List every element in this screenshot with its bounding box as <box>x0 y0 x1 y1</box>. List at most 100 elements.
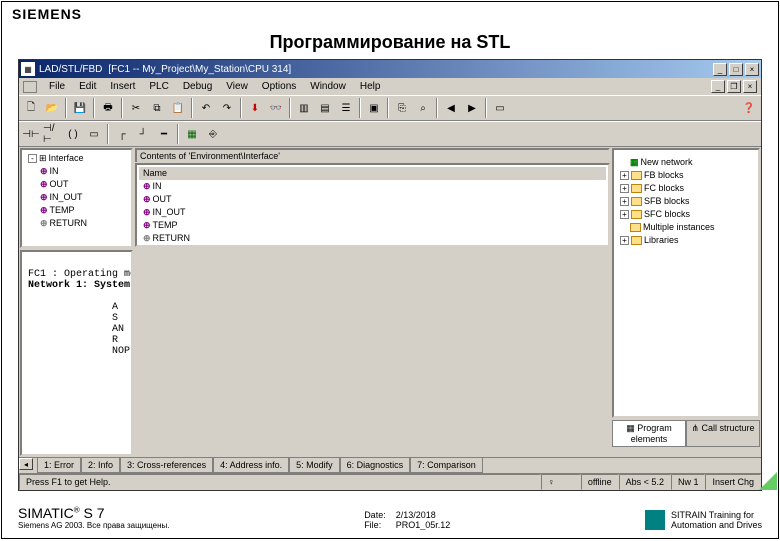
env-row-out[interactable]: ⊕OUT <box>139 193 606 206</box>
workspace: -⊞Interface ⊕IN ⊕OUT ⊕IN_OUT ⊕TEMP ⊕RETU… <box>19 147 761 457</box>
menu-options[interactable]: Options <box>256 80 302 93</box>
tab-info[interactable]: 2: Info <box>81 458 120 473</box>
env-row-in[interactable]: ⊕IN <box>139 180 606 193</box>
maximize-button[interactable]: □ <box>729 63 743 76</box>
env-row-return[interactable]: ⊕RETURN <box>139 232 606 245</box>
save-icon[interactable]: 💾 <box>70 98 90 118</box>
program-elements-panel: ▦New network +FB blocks +FC blocks +SFB … <box>612 148 760 418</box>
app-icon: ▦ <box>21 62 35 76</box>
view2-icon[interactable]: ▤ <box>315 98 335 118</box>
tree-return[interactable]: ⊕RETURN <box>24 217 129 230</box>
menu-debug[interactable]: Debug <box>177 80 218 93</box>
box-icon[interactable]: ▭ <box>84 124 104 144</box>
view3-icon[interactable]: ☰ <box>336 98 356 118</box>
monitor-icon[interactable]: 👓 <box>266 98 286 118</box>
download-icon[interactable]: ⬇ <box>245 98 265 118</box>
nav-next-icon[interactable]: ▶ <box>462 98 482 118</box>
code-network-title: Network 1: System IN Light <box>28 280 133 291</box>
env-header: Contents of 'Environment\Interface' <box>135 148 610 162</box>
nav-prev-icon[interactable]: ◀ <box>441 98 461 118</box>
undo-icon[interactable]: ↶ <box>196 98 216 118</box>
symbol-icon[interactable]: ▣ <box>364 98 384 118</box>
tree-out[interactable]: ⊕OUT <box>24 178 129 191</box>
sitrain-icon <box>645 510 665 530</box>
tree-inout[interactable]: ⊕IN_OUT <box>24 191 129 204</box>
brand-logo: SIEMENS <box>2 2 778 26</box>
elem-fb-blocks[interactable]: +FB blocks <box>616 169 756 182</box>
output-tabs: ◂ 1: Error 2: Info 3: Cross-references 4… <box>19 457 761 473</box>
code-fc-comment: FC1 : Operating mode section <box>28 269 133 280</box>
tab-modify[interactable]: 5: Modify <box>289 458 340 473</box>
coil-icon[interactable]: ( ) <box>63 124 83 144</box>
connector-icon[interactable]: ━ <box>154 124 174 144</box>
tab-program-elements[interactable]: ▦ Program elements <box>612 420 686 447</box>
env-row-inout[interactable]: ⊕IN_OUT <box>139 206 606 219</box>
system-menu-icon[interactable] <box>23 81 37 93</box>
date-label: Date: <box>364 510 386 520</box>
elem-sfc-blocks[interactable]: +SFC blocks <box>616 208 756 221</box>
code-editor[interactable]: FC1 : Operating mode section Network 1: … <box>20 250 133 456</box>
env-row-temp[interactable]: ⊕TEMP <box>139 219 606 232</box>
tab-address[interactable]: 4: Address info. <box>213 458 289 473</box>
tab-scroll-left[interactable]: ◂ <box>19 458 33 470</box>
tab-xref[interactable]: 3: Cross-references <box>120 458 213 473</box>
tab-diag[interactable]: 6: Diagnostics <box>340 458 411 473</box>
menubar: File Edit Insert PLC Debug View Options … <box>19 78 761 95</box>
contact-no-icon[interactable]: ⊣⊢ <box>21 124 41 144</box>
menu-view[interactable]: View <box>220 80 254 93</box>
doc-title: [FC1 -- My_Project\My_Station\CPU 314] <box>108 64 713 75</box>
tab-compare[interactable]: 7: Comparison <box>410 458 483 473</box>
call-icon[interactable]: ⎆ <box>203 124 223 144</box>
copy-icon[interactable]: ⧉ <box>147 98 167 118</box>
mdi-restore-button[interactable]: ❐ <box>727 80 741 93</box>
open-icon[interactable]: 📂 <box>42 98 62 118</box>
env-col-name: Name <box>139 167 606 180</box>
date-value: 2/13/2018 <box>396 510 451 520</box>
statusbar: Press F1 to get Help. ♀ offline Abs < 5.… <box>19 473 761 490</box>
menu-insert[interactable]: Insert <box>104 80 141 93</box>
mdi-close-button[interactable]: × <box>743 80 757 93</box>
menu-edit[interactable]: Edit <box>73 80 102 93</box>
tab-error[interactable]: 1: Error <box>37 458 81 473</box>
tree-temp[interactable]: ⊕TEMP <box>24 204 129 217</box>
elem-fc-blocks[interactable]: +FC blocks <box>616 182 756 195</box>
minimize-button[interactable]: _ <box>713 63 727 76</box>
status-abs: Abs < 5.2 <box>619 474 671 490</box>
mdi-minimize-button[interactable]: _ <box>711 80 725 93</box>
status-nw: Nw 1 <box>671 474 706 490</box>
tab-call-structure[interactable]: ⋔ Call structure <box>686 420 760 447</box>
slide-title: Программирование на STL <box>2 26 778 59</box>
elem-libraries[interactable]: +Libraries <box>616 234 756 247</box>
menu-window[interactable]: Window <box>304 80 352 93</box>
slide-footer: SIMATIC® S 7 Siemens AG 2003. Все права … <box>18 505 762 530</box>
help-icon[interactable]: ❓ <box>739 98 759 118</box>
menu-help[interactable]: Help <box>354 80 387 93</box>
print-icon[interactable]: 🖶 <box>98 98 118 118</box>
paste-icon[interactable]: 📋 <box>168 98 188 118</box>
block-icon[interactable]: ▭ <box>490 98 510 118</box>
tree-in[interactable]: ⊕IN <box>24 165 129 178</box>
branch-open-icon[interactable]: ┌ <box>112 124 132 144</box>
goto-icon[interactable]: ⎘ <box>392 98 412 118</box>
titlebar: ▦ LAD/STL/FBD [FC1 -- My_Project\My_Stat… <box>19 60 761 78</box>
interface-panel: -⊞Interface ⊕IN ⊕OUT ⊕IN_OUT ⊕TEMP ⊕RETU… <box>20 148 133 248</box>
elem-multi-inst[interactable]: Multiple instances <box>616 221 756 234</box>
elem-sfb-blocks[interactable]: +SFB blocks <box>616 195 756 208</box>
sitrain-line1: SITRAIN Training for <box>671 510 762 520</box>
redo-icon[interactable]: ↷ <box>217 98 237 118</box>
close-button[interactable]: × <box>745 63 759 76</box>
file-value: PRO1_05r.12 <box>396 520 451 530</box>
network-icon[interactable]: ▦ <box>182 124 202 144</box>
tree-root-interface[interactable]: -⊞Interface <box>24 152 129 165</box>
menu-plc[interactable]: PLC <box>143 80 174 93</box>
search-icon[interactable]: ⌕ <box>413 98 433 118</box>
cut-icon[interactable]: ✂ <box>126 98 146 118</box>
view1-icon[interactable]: ▥ <box>294 98 314 118</box>
toolbar-stl: ⊣⊢ ⊣/⊢ ( ) ▭ ┌ ┘ ━ ▦ ⎆ <box>19 121 761 147</box>
branch-close-icon[interactable]: ┘ <box>133 124 153 144</box>
menu-file[interactable]: File <box>43 80 71 93</box>
new-icon[interactable]: 🗋 <box>21 98 41 118</box>
elem-new-network[interactable]: ▦New network <box>616 156 756 169</box>
status-help: Press F1 to get Help. <box>19 474 541 490</box>
contact-nc-icon[interactable]: ⊣/⊢ <box>42 124 62 144</box>
